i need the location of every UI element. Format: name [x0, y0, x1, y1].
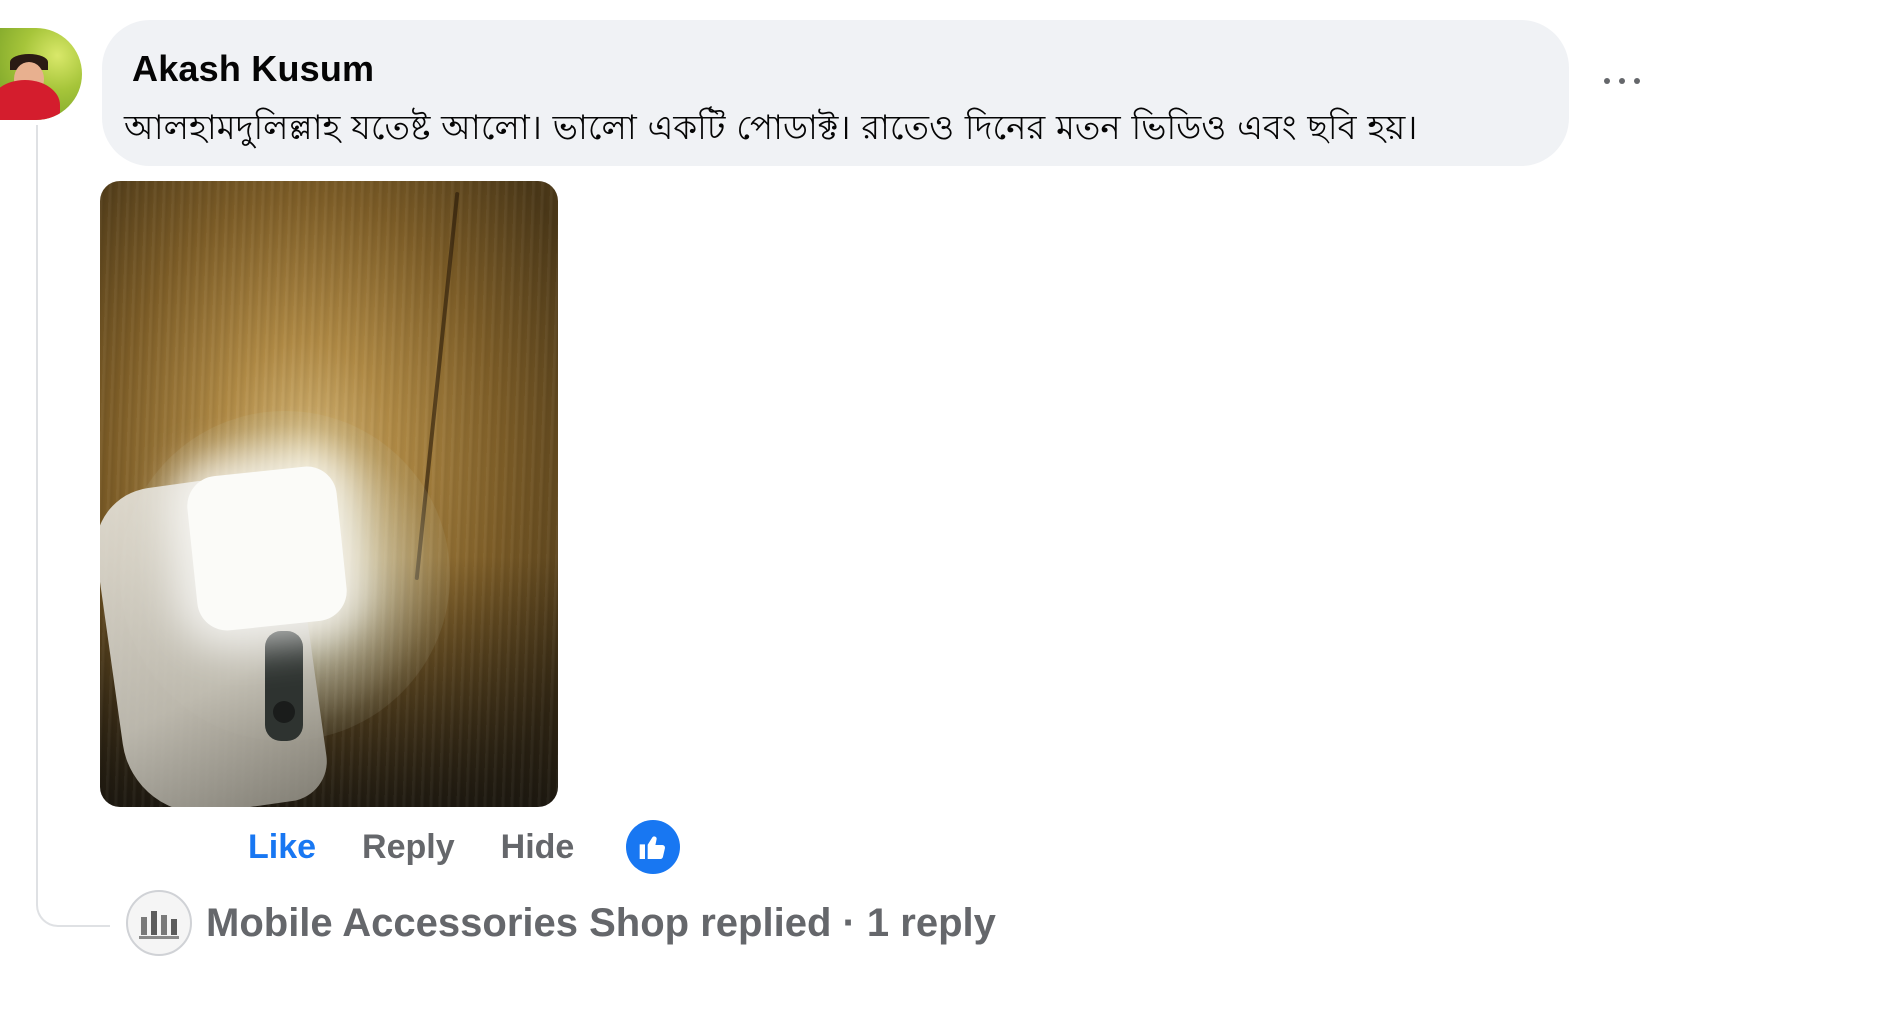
comment-photo[interactable] [100, 181, 558, 807]
commenter-avatar[interactable] [0, 28, 82, 120]
page-avatar [126, 890, 192, 956]
like-button[interactable]: Like [248, 828, 316, 867]
comment-thread: Akash Kusum আলহামদুলিল্লাহ যতেষ্ট আলো। ভ… [0, 0, 1883, 1017]
more-options-icon[interactable] [1600, 66, 1644, 96]
view-replies-link[interactable]: Mobile Accessories Shop replied · 1 repl… [126, 890, 996, 956]
thread-connector-line [36, 125, 110, 927]
comment-actions: Like Reply Hide [248, 820, 681, 874]
thumbs-up-icon[interactable] [626, 820, 681, 874]
reply-button[interactable]: Reply [362, 828, 455, 867]
comment-bubble: Akash Kusum আলহামদুলিল্লাহ যতেষ্ট আলো। ভ… [102, 20, 1569, 166]
reply-summary-text: Mobile Accessories Shop replied · 1 repl… [206, 900, 996, 945]
hide-button[interactable]: Hide [501, 828, 575, 867]
comment-author[interactable]: Akash Kusum [132, 48, 374, 90]
comment-text: আলহামদুলিল্লাহ যতেষ্ট আলো। ভালো একটি পোড… [124, 108, 1418, 148]
